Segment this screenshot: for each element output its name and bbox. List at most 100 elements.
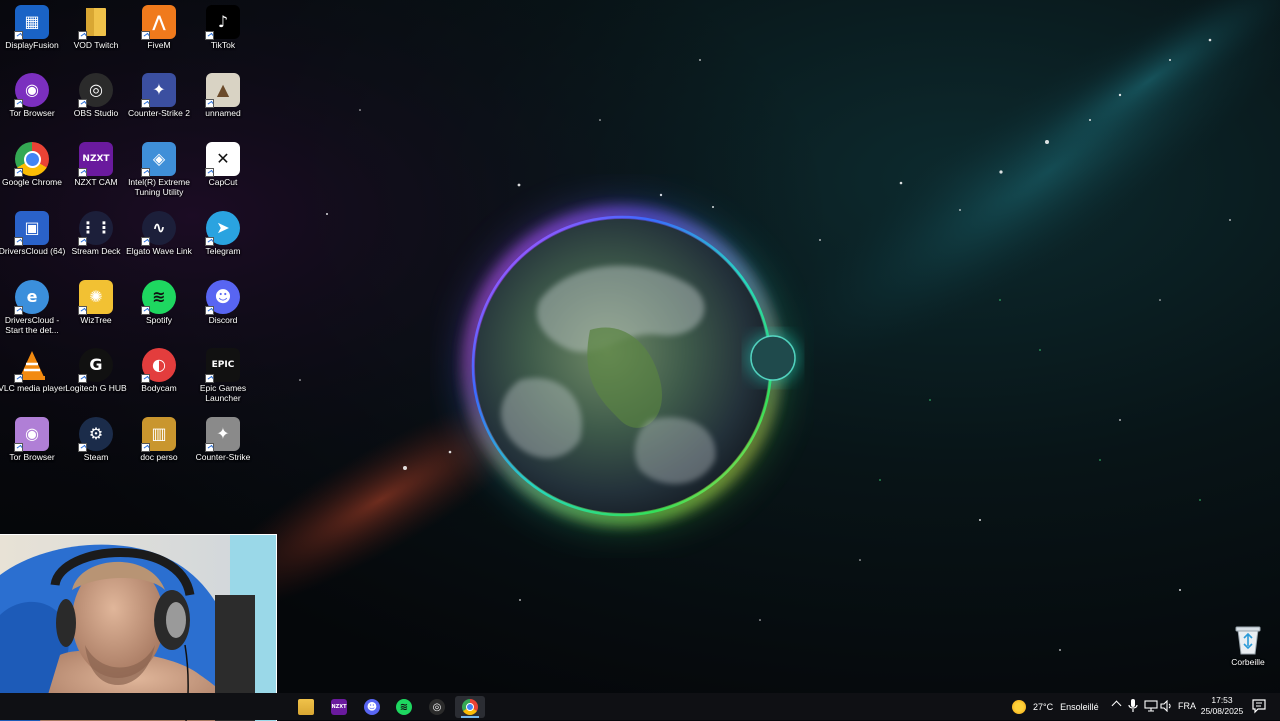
desktop-icon-archive[interactable]: ▥ doc perso — [126, 417, 192, 481]
shortcut-arrow-icon — [14, 237, 23, 246]
microphone-icon[interactable] — [1128, 699, 1138, 713]
obs-studio-icon: ◎ — [78, 73, 113, 108]
desktop-icon-fivem[interactable]: ⋀ FiveM — [126, 5, 192, 69]
counter-strike-icon: ✦ — [141, 73, 176, 108]
recycle-bin-icon — [1235, 626, 1261, 655]
desktop-icon-label: Steam — [83, 453, 109, 462]
desktop-icon-label: VLC media player — [0, 384, 66, 393]
recycle-bin-label: Corbeille — [1231, 658, 1265, 667]
desktop-icon-label: TikTok — [210, 41, 236, 50]
desktop-icon-label: FiveM — [147, 41, 171, 50]
desktop-icon-nzxt-cam[interactable]: NZXT NZXT CAM — [63, 142, 129, 206]
shortcut-arrow-icon — [141, 168, 150, 177]
nzxt-cam-icon: NZXT — [78, 142, 113, 177]
epic-games-icon: EPIC — [205, 348, 240, 383]
shortcut-arrow-icon — [14, 168, 23, 177]
desktop-icon-label: Logitech G HUB — [65, 384, 127, 393]
desktop-icon-wave-link[interactable]: ∿ Elgato Wave Link — [126, 211, 192, 275]
desktop-icon-logitech-ghub[interactable]: G Logitech G HUB — [63, 348, 129, 412]
taskbar-app-obs-studio[interactable]: ◎ — [422, 696, 452, 718]
desktop-icon-intel-xtu[interactable]: ◈ Intel(R) Extreme Tuning Utility — [126, 142, 192, 206]
desktop-icon-epic-games[interactable]: EPIC Epic Games Launcher — [190, 348, 256, 412]
taskbar-app-spotify[interactable]: ≋ — [389, 696, 419, 718]
desktop-icon-image-file[interactable]: ▲ unnamed — [190, 73, 256, 137]
shortcut-arrow-icon — [141, 306, 150, 315]
taskbar-app-nzxt-cam[interactable]: NZXT — [324, 696, 354, 718]
folder-icon — [298, 699, 314, 715]
desktop-icon-folder[interactable]: VOD Twitch — [63, 5, 129, 69]
recycle-bin[interactable]: Corbeille — [1216, 622, 1280, 682]
desktop-icon-tor-browser-file[interactable]: ◉ Tor Browser — [0, 417, 65, 481]
shortcut-arrow-icon — [141, 443, 150, 452]
language-indicator[interactable]: FRA — [1178, 701, 1196, 711]
desktop-icon-spotify[interactable]: ≋ Spotify — [126, 280, 192, 344]
desktop-icon-label: Tor Browser — [9, 453, 55, 462]
tiktok-icon: ♪ — [205, 5, 240, 40]
desktop-icon-displayfusion[interactable]: ▦ DisplayFusion — [0, 5, 65, 69]
shortcut-arrow-icon — [205, 306, 214, 315]
desktop-icon-wiztree[interactable]: ✺ WizTree — [63, 280, 129, 344]
shortcut-arrow-icon — [78, 306, 87, 315]
desktop-icon-discord[interactable]: ☻ Discord — [190, 280, 256, 344]
notifications-icon[interactable] — [1252, 699, 1268, 714]
driverscloud-icon: ▣ — [14, 211, 49, 246]
sun-icon — [1012, 700, 1026, 714]
desktop-icon-stream-deck[interactable]: ⋮⋮ Stream Deck — [63, 211, 129, 275]
desktop-icon-counter-strike-classic[interactable]: ✦ Counter-Strike — [190, 417, 256, 481]
desktop-icon-capcut[interactable]: ✕ CapCut — [190, 142, 256, 206]
archive-icon: ▥ — [141, 417, 176, 452]
nzxt-cam-icon: NZXT — [331, 699, 347, 715]
vlc-icon — [14, 348, 49, 383]
steam-icon: ⚙ — [78, 417, 113, 452]
desktop-icon-label: DriversCloud - Start the det... — [4, 316, 60, 335]
taskbar-app-discord[interactable]: ☻ — [357, 696, 387, 718]
desktop-icon-tiktok[interactable]: ♪ TikTok — [190, 5, 256, 69]
chrome-icon — [462, 699, 478, 715]
desktop-icon-label: unnamed — [205, 109, 241, 118]
shortcut-arrow-icon — [78, 99, 87, 108]
desktop-icon-label: Elgato Wave Link — [126, 247, 192, 256]
desktop-icon-obs-studio[interactable]: ◎ OBS Studio — [63, 73, 129, 137]
desktop-icon-label: Spotify — [146, 316, 172, 325]
fivem-icon: ⋀ — [141, 5, 176, 40]
driverscloud-web-icon: e — [14, 280, 49, 315]
spotify-icon: ≋ — [141, 280, 176, 315]
desktop-icon-steam[interactable]: ⚙ Steam — [63, 417, 129, 481]
desktop-icon-vlc[interactable]: VLC media player — [0, 348, 66, 412]
weather-widget[interactable]: 27°C Ensoleillé — [1012, 699, 1099, 715]
desktop-icon-tor-browser[interactable]: ◉ Tor Browser — [0, 73, 65, 137]
desktop-icon-driverscloud-web[interactable]: e DriversCloud - Start the det... — [0, 280, 65, 344]
network-icon[interactable] — [1144, 700, 1158, 712]
desktop-icon-label: OBS Studio — [73, 109, 119, 118]
volume-icon[interactable] — [1160, 700, 1172, 712]
shortcut-arrow-icon — [205, 237, 214, 246]
clock-time: 17:53 — [1211, 695, 1233, 705]
shortcut-arrow-icon — [14, 306, 23, 315]
shortcut-arrow-icon — [78, 168, 87, 177]
desktop-icon-chrome[interactable]: Google Chrome — [0, 142, 65, 206]
desktop-icon-label: CapCut — [208, 178, 238, 187]
desktop-icon-counter-strike[interactable]: ✦ Counter-Strike 2 — [126, 73, 192, 137]
shortcut-arrow-icon — [141, 237, 150, 246]
desktop-icon-label: Intel(R) Extreme Tuning Utility — [128, 178, 190, 197]
displayfusion-icon: ▦ — [14, 5, 49, 40]
taskbar-app-google-chrome[interactable] — [455, 696, 485, 718]
shortcut-arrow-icon — [141, 31, 150, 40]
bodycam-icon: ◐ — [141, 348, 176, 383]
folder-icon — [78, 5, 113, 40]
intel-xtu-icon: ◈ — [141, 142, 176, 177]
desktop-icon-telegram[interactable]: ➤ Telegram — [190, 211, 256, 275]
desktop-icon-label: doc perso — [140, 453, 178, 462]
spotify-icon: ≋ — [396, 699, 412, 715]
clock[interactable]: 17:53 25/08/2025 — [1198, 695, 1246, 717]
telegram-icon: ➤ — [205, 211, 240, 246]
obs-studio-icon: ◎ — [429, 699, 445, 715]
shortcut-arrow-icon — [78, 237, 87, 246]
shortcut-arrow-icon — [205, 31, 214, 40]
discord-icon: ☻ — [205, 280, 240, 315]
tor-browser-file-icon: ◉ — [14, 417, 49, 452]
desktop-icon-driverscloud[interactable]: ▣ DriversCloud (64) — [0, 211, 65, 275]
chevron-up-icon[interactable] — [1111, 700, 1122, 711]
taskbar-app-file-explorer[interactable] — [291, 696, 321, 718]
desktop-icon-bodycam[interactable]: ◐ Bodycam — [126, 348, 192, 412]
